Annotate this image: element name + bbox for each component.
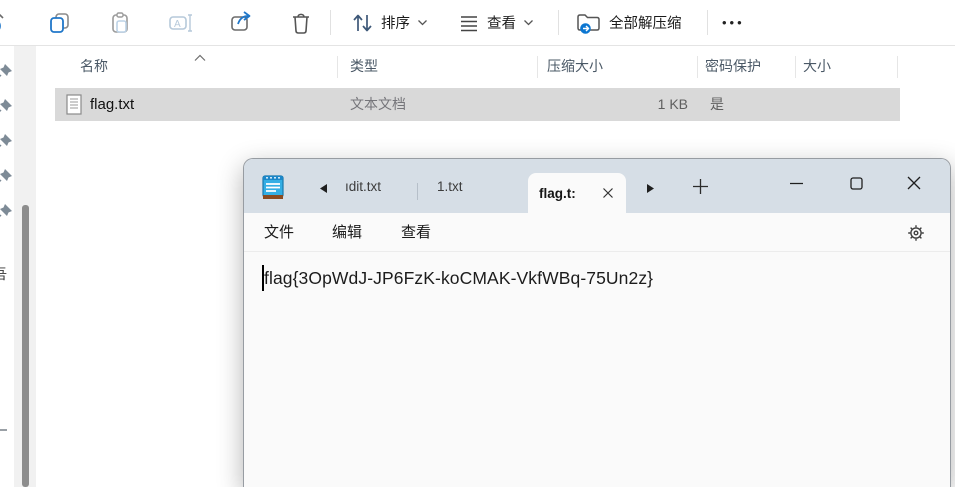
sort-icon bbox=[353, 14, 372, 31]
file-compressed-size: 1 KB bbox=[657, 96, 688, 112]
svg-text:A: A bbox=[174, 19, 181, 30]
view-list-icon bbox=[461, 15, 477, 31]
column-divider[interactable] bbox=[897, 56, 898, 78]
tab-previous[interactable]: ıdit.txt bbox=[345, 159, 381, 213]
notepad-text-area[interactable]: flag{3OpWdJ-JP6FzK-koCMAK-VkfWBq-75Un2z} bbox=[244, 253, 950, 487]
column-divider[interactable] bbox=[337, 56, 338, 78]
chevron-down-icon bbox=[418, 20, 427, 26]
menu-view[interactable]: 查看 bbox=[397, 213, 435, 252]
minimize-button[interactable] bbox=[774, 159, 818, 207]
view-button[interactable]: 查看 bbox=[452, 0, 540, 45]
settings-button[interactable] bbox=[907, 224, 925, 247]
trash-icon bbox=[293, 13, 309, 34]
menu-file[interactable]: 文件 bbox=[260, 213, 298, 252]
tab-flag-txt-active[interactable]: flag.t: bbox=[528, 173, 626, 213]
sort-label: 排序 bbox=[381, 16, 410, 32]
column-divider[interactable] bbox=[795, 56, 796, 78]
explorer-toolbar: A 排序 查看 全部解压缩 ••• bbox=[0, 0, 955, 46]
notepad-titlebar[interactable]: ıdit.txt 1.txt flag.t: bbox=[244, 159, 950, 213]
pin-icon bbox=[0, 133, 13, 149]
sort-ascending-icon bbox=[193, 49, 207, 67]
column-header-password[interactable]: 密码保护 bbox=[705, 48, 761, 85]
pin-icon bbox=[0, 98, 13, 114]
active-tab-label: flag.t: bbox=[539, 185, 576, 201]
file-type: 文本文档 bbox=[350, 96, 406, 112]
paste-icon bbox=[112, 11, 128, 33]
share-button[interactable] bbox=[223, 0, 261, 45]
cut-icon[interactable] bbox=[0, 4, 17, 39]
copy-button[interactable] bbox=[42, 0, 78, 45]
column-header-name[interactable]: 名称 bbox=[80, 48, 108, 85]
notepad-app-icon bbox=[262, 174, 284, 205]
menu-edit[interactable]: 编辑 bbox=[328, 213, 366, 252]
file-name: flag.txt bbox=[90, 96, 135, 113]
extract-folder-icon bbox=[577, 13, 600, 34]
notepad-menubar: 文件 编辑 查看 bbox=[244, 213, 950, 252]
maximize-icon bbox=[849, 176, 863, 190]
pin-icon bbox=[0, 203, 13, 219]
file-row-flag-txt[interactable]: flag.txt 文本文档 1 KB 是 bbox=[55, 88, 900, 121]
close-icon bbox=[603, 188, 613, 198]
rename-icon: A bbox=[169, 13, 192, 32]
tab-scroll-left-button[interactable] bbox=[318, 181, 329, 199]
column-header-size[interactable]: 大小 bbox=[803, 48, 831, 85]
nav-item-clipped-label: 吾 bbox=[0, 264, 7, 284]
extract-all-label: 全部解压缩 bbox=[609, 16, 682, 32]
toolbar-separator bbox=[558, 10, 559, 35]
close-window-button[interactable] bbox=[892, 159, 936, 207]
copy-icon bbox=[50, 12, 69, 33]
triangle-left-icon bbox=[320, 184, 327, 193]
delete-button[interactable] bbox=[283, 0, 319, 45]
more-options-icon: ••• bbox=[722, 15, 745, 30]
share-icon bbox=[231, 10, 251, 31]
toolbar-separator bbox=[707, 10, 708, 35]
column-header-type[interactable]: 类型 bbox=[350, 48, 378, 85]
notepad-window: ıdit.txt 1.txt flag.t: 文件 编辑 查看 flag{3Op… bbox=[243, 158, 951, 487]
triangle-right-icon bbox=[647, 184, 654, 193]
extract-all-button[interactable]: 全部解压缩 bbox=[570, 0, 688, 45]
nav-item-fragment bbox=[0, 429, 7, 431]
column-divider[interactable] bbox=[537, 56, 538, 78]
more-options-button[interactable]: ••• bbox=[716, 0, 751, 45]
toolbar-separator bbox=[330, 10, 331, 35]
rename-button[interactable]: A bbox=[162, 0, 200, 45]
maximize-button[interactable] bbox=[834, 159, 878, 207]
close-icon bbox=[907, 176, 921, 190]
tab-1-txt[interactable]: 1.txt bbox=[437, 159, 463, 213]
new-tab-button[interactable] bbox=[692, 178, 709, 200]
tab-scroll-right-button[interactable] bbox=[645, 181, 656, 199]
flag-text: flag{3OpWdJ-JP6FzK-koCMAK-VkfWBq-75Un2z} bbox=[264, 268, 654, 288]
view-label: 查看 bbox=[487, 16, 516, 32]
paste-button[interactable] bbox=[102, 0, 138, 45]
pin-icon bbox=[0, 168, 13, 184]
nav-scrollbar-thumb[interactable] bbox=[22, 205, 29, 487]
minimize-icon bbox=[789, 182, 803, 184]
tab-close-button[interactable] bbox=[602, 187, 614, 199]
tab-divider bbox=[417, 183, 418, 200]
gear-icon bbox=[908, 225, 924, 241]
chevron-down-icon bbox=[524, 20, 533, 26]
text-file-icon bbox=[66, 94, 82, 120]
sort-button[interactable]: 排序 bbox=[344, 0, 434, 45]
pin-icon bbox=[0, 63, 13, 79]
file-password-protected: 是 bbox=[710, 96, 724, 112]
column-divider[interactable] bbox=[697, 56, 698, 78]
plus-icon bbox=[693, 179, 708, 194]
column-header-compressed-size[interactable]: 压缩大小 bbox=[547, 48, 603, 85]
